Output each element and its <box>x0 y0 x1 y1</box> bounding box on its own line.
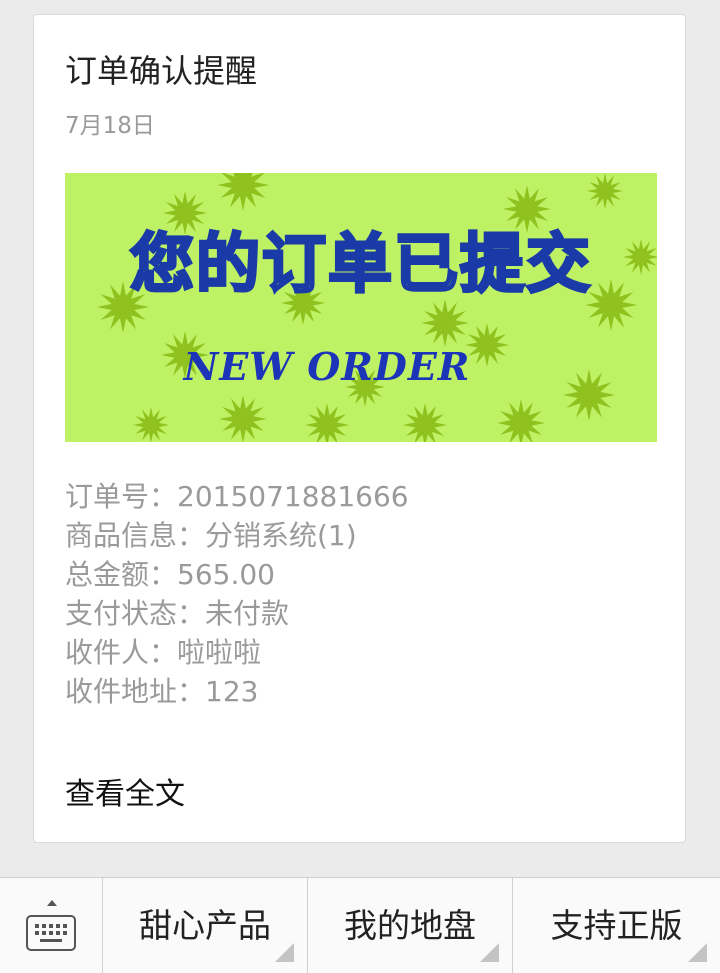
menu-item-support-genuine[interactable]: 支持正版 <box>513 878 720 973</box>
message-card[interactable]: 订单确认提醒 7月18日 您的订单已提交 NEW ORDER 订单号：20150… <box>33 14 686 843</box>
banner-headline: 您的订单已提交 <box>130 228 592 302</box>
banner-subline: NEW ORDER <box>183 344 471 389</box>
detail-product-info: 商品信息：分销系统(1) <box>65 519 357 552</box>
starburst-shape <box>587 173 623 209</box>
starburst-shape <box>133 407 169 442</box>
starburst-shape <box>219 395 267 442</box>
detail-order-number: 订单号：2015071881666 <box>65 480 409 513</box>
message-date: 7月18日 <box>65 113 155 139</box>
read-more-link[interactable]: 查看全文 <box>65 775 185 815</box>
starburst-shape <box>585 279 637 331</box>
starburst-shape <box>421 299 469 347</box>
banner-graphic: 您的订单已提交 NEW ORDER <box>97 173 657 442</box>
detail-payment-status: 支付状态：未付款 <box>65 597 290 630</box>
starburst-shape <box>563 369 615 421</box>
keyboard-toggle-button[interactable] <box>0 878 103 973</box>
order-banner-image: 您的订单已提交 NEW ORDER <box>65 173 657 442</box>
starburst-shape <box>305 403 349 442</box>
starburst-shape <box>217 173 269 211</box>
order-details: 订单号：2015071881666 商品信息：分销系统(1) 总金额：565.0… <box>65 477 655 711</box>
banner-stars <box>97 173 657 442</box>
starburst-shape <box>465 323 509 367</box>
detail-address: 收件地址：123 <box>65 675 259 708</box>
starburst-shape <box>623 239 657 275</box>
submenu-indicator-icon <box>480 943 499 962</box>
detail-recipient: 收件人：啦啦啦 <box>65 636 262 669</box>
starburst-shape <box>403 403 447 442</box>
submenu-indicator-icon <box>688 943 707 962</box>
menu-item-my-territory[interactable]: 我的地盘 <box>308 878 513 973</box>
message-title: 订单确认提醒 <box>65 52 258 90</box>
keyboard-icon <box>26 915 76 951</box>
submenu-indicator-icon <box>275 943 294 962</box>
expand-arrow-icon <box>47 900 57 906</box>
detail-total-amount: 总金额：565.00 <box>65 558 275 591</box>
starburst-shape <box>497 399 545 442</box>
menu-item-sweet-products[interactable]: 甜心产品 <box>103 878 308 973</box>
bottom-menu-bar: 甜心产品 我的地盘 支持正版 <box>0 877 720 973</box>
starburst-shape <box>503 185 551 233</box>
